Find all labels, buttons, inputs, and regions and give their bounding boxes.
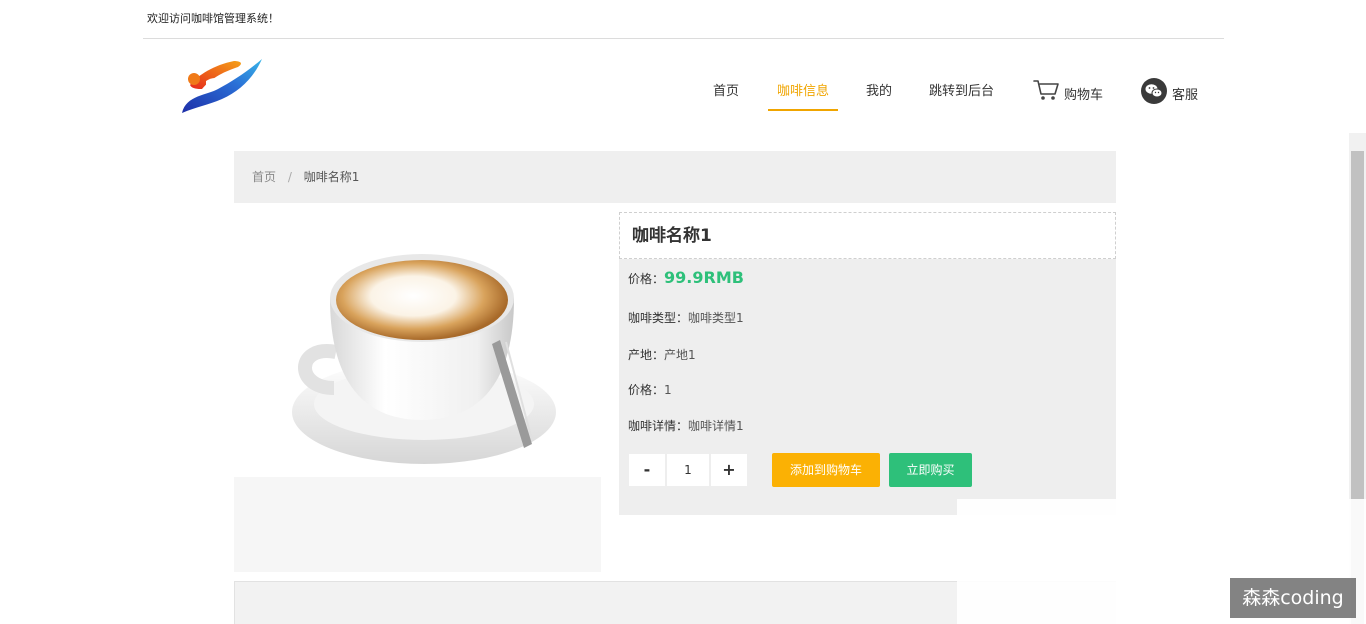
nav-admin[interactable]: 跳转到后台: [929, 75, 994, 111]
quantity-stepper: - 1 +: [628, 453, 748, 487]
origin-value: 产地1: [664, 348, 696, 362]
nav-coffee-info[interactable]: 咖啡信息: [768, 75, 839, 111]
product-image-panel: [234, 212, 601, 572]
nav-cart-label: 购物车: [1064, 88, 1104, 103]
buy-now-button[interactable]: 立即购买: [889, 453, 972, 487]
nav-home[interactable]: 首页: [713, 75, 739, 111]
wechat-icon: [1141, 78, 1167, 118]
detail-label: 咖啡详情：: [628, 419, 689, 433]
origin-row: 产地：产地1: [628, 346, 696, 363]
product-image: [234, 212, 601, 477]
type-value: 咖啡类型1: [688, 311, 744, 325]
cart-icon: [1033, 78, 1059, 116]
price-row: 价格：99.9RMB: [628, 268, 744, 287]
quantity-minus-button[interactable]: -: [628, 453, 666, 487]
nav-service-label: 客服: [1172, 88, 1199, 103]
price-value: 99.9RMB: [664, 268, 744, 287]
nav-mine-label: 我的: [866, 84, 893, 99]
top-bar: 欢迎访问咖啡馆管理系统！: [143, 0, 1224, 39]
nav-cart[interactable]: 购物车: [1033, 75, 1103, 111]
breadcrumb: 首页 / 咖啡名称1: [234, 151, 1116, 203]
product-detail-panel: 咖啡名称1 价格：99.9RMB 咖啡类型：咖啡类型1 产地：产地1 价格：1 …: [619, 212, 1116, 515]
price-label: 价格：: [628, 272, 665, 286]
breadcrumb-home[interactable]: 首页: [252, 170, 276, 184]
add-to-cart-button[interactable]: 添加到购物车: [772, 453, 880, 487]
price2-value: 1: [664, 383, 672, 397]
watermark-label: 森森coding: [1230, 578, 1356, 618]
nav-admin-label: 跳转到后台: [929, 84, 995, 99]
price2-label: 价格：: [628, 383, 665, 397]
nav-coffee-info-label: 咖啡信息: [777, 84, 830, 99]
breadcrumb-current: 咖啡名称1: [303, 170, 360, 184]
breadcrumb-separator: /: [287, 170, 292, 184]
nav-home-label: 首页: [713, 84, 740, 99]
detail-value: 咖啡详情1: [688, 419, 744, 433]
type-row: 咖啡类型：咖啡类型1: [628, 309, 744, 326]
main-nav: 首页 咖啡信息 我的 跳转到后台 购物车 客服: [0, 75, 1366, 115]
detail-row: 咖啡详情：咖啡详情1: [628, 417, 744, 434]
quantity-input[interactable]: 1: [666, 453, 710, 487]
origin-label: 产地：: [628, 348, 665, 362]
type-label: 咖啡类型：: [628, 311, 689, 325]
nav-mine[interactable]: 我的: [866, 75, 892, 111]
welcome-text: 欢迎访问咖啡馆管理系统！: [147, 12, 279, 25]
quantity-plus-button[interactable]: +: [710, 453, 748, 487]
nav-service[interactable]: 客服: [1141, 75, 1198, 111]
product-title: 咖啡名称1: [619, 212, 1116, 259]
price2-row: 价格：1: [628, 381, 672, 398]
